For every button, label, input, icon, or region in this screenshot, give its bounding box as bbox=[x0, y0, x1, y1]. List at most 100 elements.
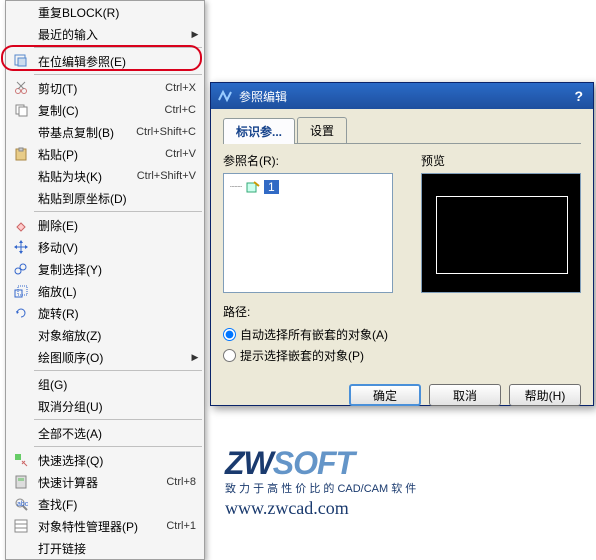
refname-label: 参照名(R): bbox=[223, 152, 405, 169]
menu-label: 对象特性管理器(P) bbox=[32, 518, 166, 535]
app-icon bbox=[217, 88, 233, 104]
dialog-titlebar[interactable]: 参照编辑 ? bbox=[211, 83, 593, 109]
menu-shortcut: Ctrl+Shift+V bbox=[137, 170, 200, 182]
preview-frame bbox=[436, 196, 568, 274]
logo-tagline: 致 力 于 高 性 价 比 的 CAD/CAM 软 件 bbox=[225, 480, 416, 496]
find-icon: abc bbox=[10, 494, 32, 514]
menu-shortcut: Ctrl+8 bbox=[166, 476, 200, 488]
ok-button[interactable]: 确定 bbox=[349, 384, 421, 406]
dialog-body: 标识参... 设置 参照名(R): ┈┈ 1 预览 bbox=[211, 109, 593, 376]
radio-label: 自动选择所有嵌套的对象(A) bbox=[240, 326, 388, 343]
menu-ungroup[interactable]: 取消分组(U) bbox=[6, 395, 204, 417]
preview-box bbox=[421, 173, 581, 293]
menu-copy-with-base[interactable]: 带基点复制(B) Ctrl+Shift+C bbox=[6, 121, 204, 143]
copy-icon bbox=[10, 100, 32, 120]
dialog-buttons: 确定 取消 帮助(H) bbox=[211, 376, 593, 414]
menu-separator bbox=[34, 370, 202, 371]
menu-label: 复制(C) bbox=[32, 102, 165, 119]
menu-find[interactable]: abc 查找(F) bbox=[6, 493, 204, 515]
logo-url: www.zwcad.com bbox=[225, 498, 416, 519]
menu-shortcut: Ctrl+X bbox=[165, 82, 200, 94]
edit-ref-icon bbox=[10, 51, 32, 71]
menu-draw-order[interactable]: 绘图顺序(O) ▶ bbox=[6, 346, 204, 368]
menu-quick-calc[interactable]: 快速计算器 Ctrl+8 bbox=[6, 471, 204, 493]
menu-label: 全部不选(A) bbox=[32, 425, 200, 442]
menu-label: 移动(V) bbox=[32, 239, 200, 256]
preview-label: 预览 bbox=[421, 152, 581, 169]
menu-label: 粘贴(P) bbox=[32, 146, 165, 163]
menu-copy[interactable]: 复制(C) Ctrl+C bbox=[6, 99, 204, 121]
menu-label: 查找(F) bbox=[32, 496, 200, 513]
menu-deselect-all[interactable]: 全部不选(A) bbox=[6, 422, 204, 444]
menu-rotate[interactable]: 旋转(R) bbox=[6, 302, 204, 324]
radio-auto-select[interactable]: 自动选择所有嵌套的对象(A) bbox=[223, 326, 581, 343]
tab-settings[interactable]: 设置 bbox=[297, 117, 347, 143]
submenu-arrow-icon: ▶ bbox=[190, 352, 200, 363]
help-button[interactable]: 帮助(H) bbox=[509, 384, 581, 406]
menu-open-link[interactable]: 打开链接 bbox=[6, 537, 204, 559]
submenu-arrow-icon: ▶ bbox=[190, 29, 200, 40]
paste-icon bbox=[10, 144, 32, 164]
radio-prompt-select[interactable]: 提示选择嵌套的对象(P) bbox=[223, 347, 581, 364]
menu-shortcut: Ctrl+Shift+C bbox=[136, 126, 200, 138]
props-icon bbox=[10, 516, 32, 536]
menu-label: 重复BLOCK(R) bbox=[32, 4, 200, 21]
tab-bar: 标识参... 设置 bbox=[223, 117, 581, 144]
cancel-button[interactable]: 取消 bbox=[429, 384, 501, 406]
erase-icon bbox=[10, 215, 32, 235]
menu-separator bbox=[34, 47, 202, 48]
blank-icon bbox=[10, 188, 32, 208]
blank-icon bbox=[10, 347, 32, 367]
block-icon bbox=[246, 180, 260, 194]
menu-label: 复制选择(Y) bbox=[32, 261, 200, 278]
blank-icon bbox=[10, 396, 32, 416]
menu-separator bbox=[34, 211, 202, 212]
menu-cut[interactable]: 剪切(T) Ctrl+X bbox=[6, 77, 204, 99]
tab-identify-ref[interactable]: 标识参... bbox=[223, 118, 295, 144]
reference-tree[interactable]: ┈┈ 1 bbox=[223, 173, 393, 293]
menu-properties[interactable]: 对象特性管理器(P) Ctrl+1 bbox=[6, 515, 204, 537]
menu-shortcut: Ctrl+1 bbox=[166, 520, 200, 532]
path-label: 路径: bbox=[223, 303, 581, 320]
menu-label: 粘贴为块(K) bbox=[32, 168, 137, 185]
menu-shortcut: Ctrl+C bbox=[165, 104, 200, 116]
menu-recent-input[interactable]: 最近的输入 ▶ bbox=[6, 23, 204, 45]
menu-copy-selection[interactable]: 复制选择(Y) bbox=[6, 258, 204, 280]
blank-icon bbox=[10, 2, 32, 22]
menu-scale[interactable]: 缩放(L) bbox=[6, 280, 204, 302]
menu-object-zoom[interactable]: 对象缩放(Z) bbox=[6, 324, 204, 346]
menu-paste-orig-coords[interactable]: 粘贴到原坐标(D) bbox=[6, 187, 204, 209]
menu-label: 缩放(L) bbox=[32, 283, 200, 300]
menu-label: 在位编辑参照(E) bbox=[32, 53, 200, 70]
menu-label: 带基点复制(B) bbox=[32, 124, 136, 141]
radio-label: 提示选择嵌套的对象(P) bbox=[240, 347, 364, 364]
menu-move[interactable]: 移动(V) bbox=[6, 236, 204, 258]
menu-shortcut: Ctrl+V bbox=[165, 148, 200, 160]
blank-icon bbox=[10, 538, 32, 558]
menu-label: 最近的输入 bbox=[32, 26, 190, 43]
menu-separator bbox=[34, 446, 202, 447]
qselect-icon bbox=[10, 450, 32, 470]
blank-icon bbox=[10, 325, 32, 345]
move-icon bbox=[10, 237, 32, 257]
menu-edit-reference-inplace[interactable]: 在位编辑参照(E) bbox=[6, 50, 204, 72]
tree-node[interactable]: ┈┈ 1 bbox=[230, 180, 386, 194]
menu-repeat-block[interactable]: 重复BLOCK(R) bbox=[6, 1, 204, 23]
radio-auto-select-input[interactable] bbox=[223, 328, 236, 341]
menu-separator bbox=[34, 74, 202, 75]
blank-icon bbox=[10, 423, 32, 443]
menu-group[interactable]: 组(G) bbox=[6, 373, 204, 395]
calc-icon bbox=[10, 472, 32, 492]
context-menu: 重复BLOCK(R) 最近的输入 ▶ 在位编辑参照(E) 剪切(T) Ctrl+… bbox=[5, 0, 205, 560]
menu-delete[interactable]: 删除(E) bbox=[6, 214, 204, 236]
menu-label: 快速选择(Q) bbox=[32, 452, 200, 469]
menu-paste[interactable]: 粘贴(P) Ctrl+V bbox=[6, 143, 204, 165]
titlebar-help-icon[interactable]: ? bbox=[570, 88, 587, 104]
copysel-icon bbox=[10, 259, 32, 279]
logo-text: ZWSOFT bbox=[225, 445, 416, 482]
menu-quick-select[interactable]: 快速选择(Q) bbox=[6, 449, 204, 471]
menu-paste-as-block[interactable]: 粘贴为块(K) Ctrl+Shift+V bbox=[6, 165, 204, 187]
blank-icon bbox=[10, 24, 32, 44]
radio-prompt-select-input[interactable] bbox=[223, 349, 236, 362]
menu-label: 旋转(R) bbox=[32, 305, 200, 322]
